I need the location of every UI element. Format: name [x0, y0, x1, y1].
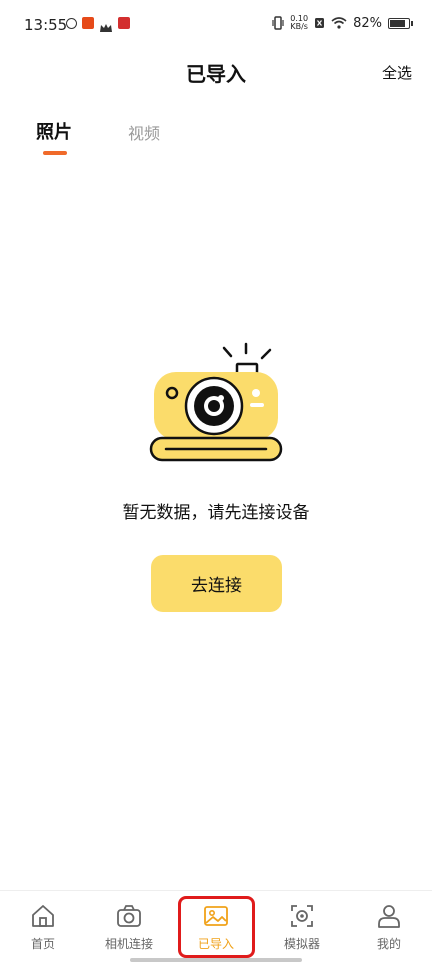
vibrate-icon — [272, 16, 284, 30]
person-icon — [378, 905, 400, 928]
battery-icon — [388, 17, 413, 29]
header: 已导入 全选 — [0, 50, 432, 96]
nav-label-home: 首页 — [30, 937, 55, 951]
battery-percent: 82% — [353, 15, 382, 31]
status-time: 13:55 — [24, 16, 68, 34]
home-indicator — [130, 958, 302, 962]
tab-photos[interactable]: 照片 — [36, 118, 72, 144]
wifi-icon — [331, 17, 347, 29]
media-tabs: 照片 视频 — [0, 112, 432, 158]
net-speed-unit: KB/s — [290, 22, 308, 31]
crown-icon — [99, 18, 113, 32]
tab-videos[interactable]: 视频 — [128, 120, 160, 144]
net-speed: 0.10 KB/s — [290, 15, 308, 31]
sync-icon — [66, 17, 77, 29]
empty-state-message: 暂无数据，请先连接设备 — [122, 503, 310, 523]
nav-label-mine: 我的 — [376, 937, 401, 951]
connect-button[interactable]: 去连接 — [151, 555, 282, 612]
nav-camera-connect[interactable]: 相机连接 — [86, 903, 172, 959]
tab-indicator — [43, 151, 67, 155]
camera-icon — [117, 905, 141, 927]
nav-mine[interactable]: 我的 — [346, 903, 432, 959]
app-badge-icon — [118, 17, 130, 29]
camera-illustration-icon — [149, 342, 283, 462]
simulator-icon — [291, 905, 313, 927]
status-bar: 13:55 0.10 KB/s 82% — [0, 0, 432, 50]
page-title: 已导入 — [186, 62, 246, 86]
nav-label-simulator: 模拟器 — [283, 937, 320, 951]
no-sim-icon — [315, 18, 325, 28]
home-icon — [32, 905, 54, 927]
nav-label-camera-connect: 相机连接 — [104, 937, 153, 951]
highlight-annotation — [178, 896, 255, 958]
status-right: 0.10 KB/s 82% — [272, 15, 413, 31]
select-all-button[interactable]: 全选 — [382, 62, 412, 83]
nav-home[interactable]: 首页 — [0, 903, 86, 959]
nav-simulator[interactable]: 模拟器 — [259, 903, 345, 959]
app-notification-icon — [82, 17, 94, 29]
notification-icons — [66, 17, 130, 32]
